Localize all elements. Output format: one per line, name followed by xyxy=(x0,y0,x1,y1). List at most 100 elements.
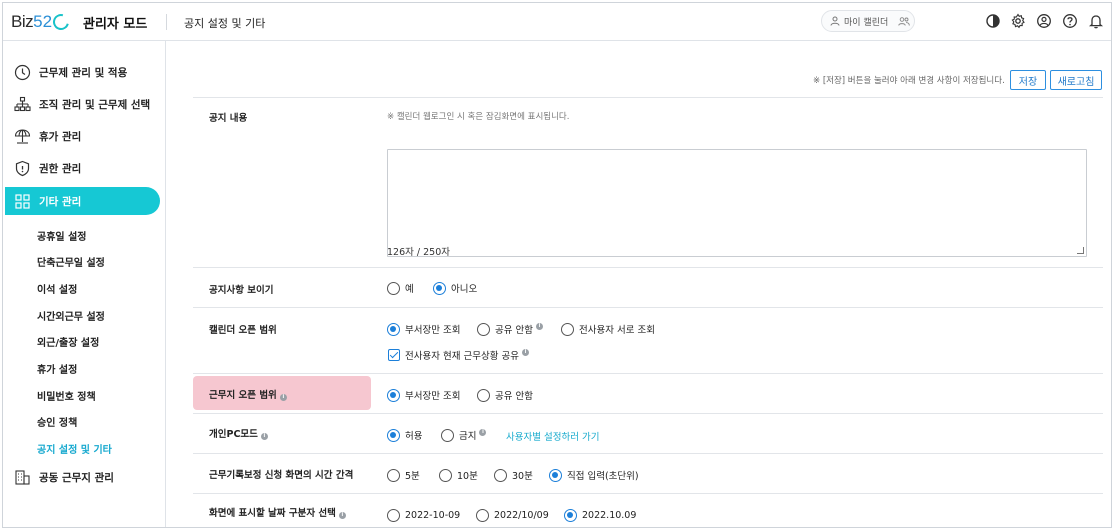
sidebar-item-shared-workplace[interactable]: 공동 근무지 관리 xyxy=(5,463,160,491)
sidebar-sub-away[interactable]: 이석 설정 xyxy=(37,281,77,296)
gear-icon[interactable] xyxy=(1010,13,1026,29)
radio-circle-selected xyxy=(433,281,446,295)
bell-icon[interactable] xyxy=(1088,13,1104,29)
radio-circle xyxy=(477,388,490,402)
calendar-scope-label: 캘린더 오픈 범위 xyxy=(209,325,277,336)
sidebar-item-label: 휴가 관리 xyxy=(39,130,82,143)
radio-date-slash[interactable]: 2022/10/09 xyxy=(476,509,549,522)
workplace-scope-label: 근무지 오픈 범위 i xyxy=(209,387,287,401)
radio-circle xyxy=(439,468,452,482)
sidebar-item-work-system[interactable]: 근무제 관리 및 적용 xyxy=(5,58,160,86)
sidebar-item-organization[interactable]: 조직 관리 및 근무제 선택 xyxy=(5,90,160,118)
top-header: Biz 52 관리자 모드 공지 설정 및 기타 마이 캘린더 xyxy=(3,3,1111,41)
sidebar-item-vacation[interactable]: 휴가 관리 xyxy=(5,122,160,150)
sidebar-item-label: 기타 관리 xyxy=(39,195,82,208)
radio-label: 30분 xyxy=(512,471,533,482)
radio-circle-selected xyxy=(549,468,562,482)
refresh-button[interactable]: 새로고침 xyxy=(1050,70,1102,90)
org-chart-icon xyxy=(14,96,31,111)
main-content: ※ [저장] 버튼을 눌러야 아래 변경 사항이 저장됩니다. 저장 새로고침 … xyxy=(167,41,1111,527)
radio-circle-selected xyxy=(564,509,577,522)
info-icon[interactable]: i xyxy=(260,433,268,440)
save-button[interactable]: 저장 xyxy=(1010,70,1046,90)
radio-calendar-heads[interactable]: 부서장만 조회 xyxy=(387,322,460,336)
sidebar-item-permissions[interactable]: 권한 관리 xyxy=(5,154,160,182)
sidebar-sub-holidays[interactable]: 공휴일 설정 xyxy=(37,228,86,243)
sidebar-sub-vacation-settings[interactable]: 휴가 설정 xyxy=(37,361,77,376)
row-notice-content: 공지 내용 ※ 캘린더 웹로그인 시 혹은 잠김화면에 표시됩니다. 126자 … xyxy=(193,97,1103,267)
row-date-format: 화면에 표시할 날짜 구분자 선택 i 2022-10-09 2022/10/09… xyxy=(193,493,1103,527)
radio-circle-selected xyxy=(387,428,400,442)
radio-circle xyxy=(561,322,574,336)
umbrella-icon xyxy=(14,128,31,144)
sidebar-item-label: 공동 근무지 관리 xyxy=(39,471,114,484)
date-format-label: 화면에 표시할 날짜 구분자 선택 i xyxy=(209,505,346,519)
help-icon[interactable] xyxy=(1062,13,1078,29)
info-icon[interactable]: i xyxy=(279,394,287,401)
row-personal-pc: 개인PC모드 i 허용 금지 i 사용자별 설정하러 가기 xyxy=(193,413,1103,453)
my-calendar-button[interactable]: 마이 캘린더 xyxy=(821,10,915,32)
row-calendar-scope: 캘린더 오픈 범위 부서장만 조회 공유 안함 i 전사용자 서로 조회 전사용… xyxy=(193,307,1103,373)
date-format-text: 화면에 표시할 날짜 구분자 선택 xyxy=(209,508,336,519)
checkbox-label: 전사용자 현재 근무상황 공유 xyxy=(405,351,519,362)
biz52-logo[interactable]: Biz 52 xyxy=(11,9,72,35)
user-settings-link[interactable]: 사용자별 설정하러 가기 xyxy=(506,429,599,443)
radio-calendar-none[interactable]: 공유 안함 i xyxy=(477,322,543,336)
clock-icon xyxy=(14,64,31,80)
radio-date-dash[interactable]: 2022-10-09 xyxy=(387,509,460,522)
logo-number: 52 xyxy=(33,12,53,31)
radio-show-yes[interactable]: 예 xyxy=(387,281,414,295)
radio-interval-10[interactable]: 10분 xyxy=(439,468,478,482)
show-notice-label: 공지사항 보이기 xyxy=(209,285,274,296)
row-correction-interval: 근무기록보정 신청 화면의 시간 간격 5분 10분 30분 직접 입력(초단위… xyxy=(193,453,1103,493)
sidebar-item-label: 근무제 관리 및 적용 xyxy=(39,66,128,79)
radio-pc-deny[interactable]: 금지 i xyxy=(441,428,487,442)
radio-label: 직접 입력(초단위) xyxy=(567,471,639,482)
radio-circle xyxy=(387,468,400,482)
notice-textarea[interactable] xyxy=(387,149,1087,257)
personal-pc-label: 개인PC모드 i xyxy=(209,426,268,440)
radio-show-no[interactable]: 아니오 xyxy=(433,281,477,295)
radio-pc-allow[interactable]: 허용 xyxy=(387,428,422,442)
radio-label: 5분 xyxy=(405,471,420,482)
checkbox-share-status[interactable]: 전사용자 현재 근무상황 공유 i xyxy=(388,348,529,362)
radio-interval-custom[interactable]: 직접 입력(초단위) xyxy=(549,468,639,482)
info-icon[interactable]: i xyxy=(521,348,529,356)
grid-icon xyxy=(15,193,30,209)
logo-text: Biz xyxy=(11,12,34,31)
info-icon[interactable]: i xyxy=(479,428,487,436)
row-show-notice: 공지사항 보이기 예 아니오 xyxy=(193,267,1103,307)
user-icon xyxy=(830,16,840,26)
sidebar-sub-short-work[interactable]: 단축근무일 설정 xyxy=(37,254,105,269)
sidebar-sub-password-policy[interactable]: 비밀번호 정책 xyxy=(37,388,96,403)
info-icon[interactable]: i xyxy=(535,322,543,330)
sidebar-sub-overtime[interactable]: 시간외근무 설정 xyxy=(37,308,105,323)
sidebar-sub-approval-policy[interactable]: 승인 정책 xyxy=(37,414,77,429)
radio-interval-5[interactable]: 5분 xyxy=(387,468,420,482)
radio-label: 공유 안함 xyxy=(495,391,533,402)
radio-date-dot[interactable]: 2022.10.09 xyxy=(564,509,636,522)
account-icon[interactable] xyxy=(1036,13,1052,29)
theme-toggle-icon[interactable] xyxy=(985,13,1001,29)
sidebar-sub-notice-settings[interactable]: 공지 설정 및 기타 xyxy=(37,441,112,456)
users-icon xyxy=(898,17,910,26)
sidebar-item-etc[interactable]: 기타 관리 xyxy=(5,187,160,215)
radio-circle xyxy=(494,468,507,482)
resize-grip-icon[interactable] xyxy=(1077,247,1084,254)
info-icon[interactable]: i xyxy=(338,512,346,519)
sidebar-sub-business-trip[interactable]: 외근/출장 설정 xyxy=(37,334,99,349)
sidebar: 근무제 관리 및 적용 조직 관리 및 근무제 선택 휴가 관리 권한 관리 기… xyxy=(3,41,166,527)
my-calendar-label: 마이 캘린더 xyxy=(844,17,889,28)
logo-ring-icon xyxy=(50,11,72,33)
radio-label: 2022/10/09 xyxy=(494,510,549,521)
page-title: 공지 설정 및 기타 xyxy=(184,17,266,30)
radio-calendar-all[interactable]: 전사용자 서로 조회 xyxy=(561,322,655,336)
row-workplace-scope: 근무지 오픈 범위 i 부서장만 조회 공유 안함 xyxy=(193,373,1103,413)
radio-label: 부서장만 조회 xyxy=(405,325,461,336)
radio-workplace-none[interactable]: 공유 안함 xyxy=(477,388,533,402)
sidebar-item-label: 권한 관리 xyxy=(39,162,82,175)
radio-workplace-heads[interactable]: 부서장만 조회 xyxy=(387,388,460,402)
workplace-scope-text: 근무지 오픈 범위 xyxy=(209,390,277,401)
radio-interval-30[interactable]: 30분 xyxy=(494,468,533,482)
save-notice-text: ※ [저장] 버튼을 눌러야 아래 변경 사항이 저장됩니다. xyxy=(813,76,1005,86)
